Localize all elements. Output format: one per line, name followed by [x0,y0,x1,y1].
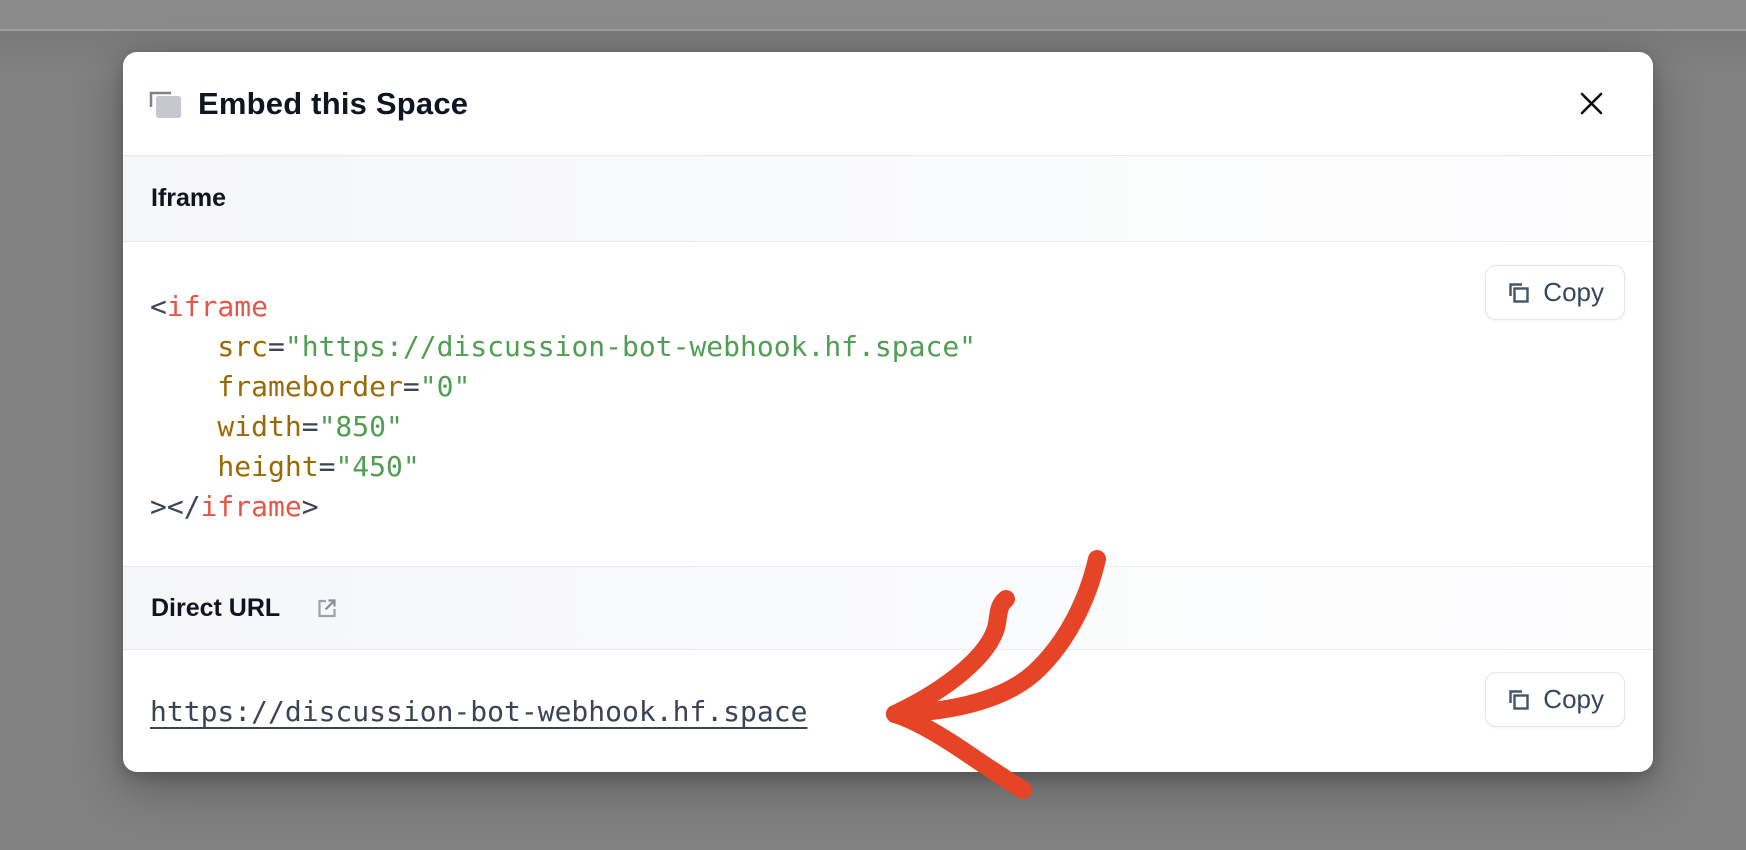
code-token: height [150,450,319,483]
code-token: src [150,330,268,363]
modal-title: Embed this Space [198,86,468,122]
code-token: > [302,490,319,523]
copy-direct-url-button[interactable]: Copy [1485,672,1625,727]
close-icon[interactable] [1569,82,1613,126]
external-link-icon[interactable] [314,596,339,621]
iframe-section-header: Iframe [123,155,1653,242]
code-token: = [268,330,285,363]
copy-squares-icon [148,89,182,119]
direct-url-section: https://discussion-bot-webhook.hf.space … [123,650,1653,772]
direct-url-section-header: Direct URL [123,566,1653,650]
code-token: ></ [150,490,201,523]
direct-url-section-label: Direct URL [151,594,280,623]
embed-space-modal: Embed this Space Iframe <iframe src="htt… [123,52,1653,772]
code-token: < [150,290,167,323]
copy-button-label: Copy [1543,277,1604,308]
code-token: = [403,370,420,403]
iframe-code-section: <iframe src="https://discussion-bot-webh… [123,243,1653,566]
copy-icon [1506,280,1532,306]
code-token: "850" [319,410,403,443]
copy-icon [1506,687,1532,713]
code-token: iframe [201,490,302,523]
copy-button-label: Copy [1543,684,1604,715]
direct-url-link[interactable]: https://discussion-bot-webhook.hf.space [150,695,807,728]
modal-header: Embed this Space [123,52,1653,155]
code-token: = [302,410,319,443]
dimmed-page-header [0,0,1746,31]
code-token: width [150,410,302,443]
copy-iframe-code-button[interactable]: Copy [1485,265,1625,320]
iframe-section-label: Iframe [151,184,226,213]
code-token: "https://discussion-bot-webhook.hf.space… [285,330,976,363]
code-token: "450" [335,450,419,483]
code-token: = [319,450,336,483]
iframe-code-block: <iframe src="https://discussion-bot-webh… [150,287,976,527]
code-token: iframe [167,290,268,323]
code-token: frameborder [150,370,403,403]
code-token: "0" [420,370,471,403]
